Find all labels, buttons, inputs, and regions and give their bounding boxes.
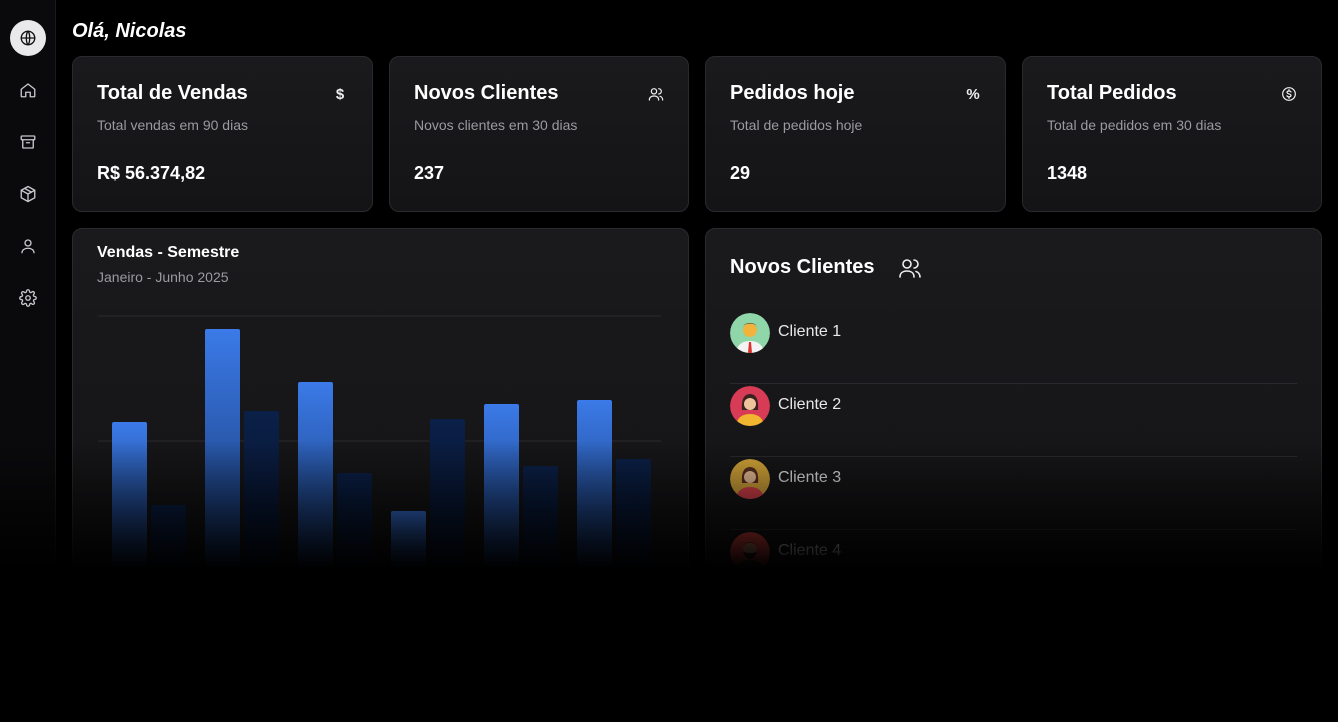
stat-subtitle: Novos clientes em 30 dias (414, 117, 578, 133)
sidebar-item-home[interactable] (10, 72, 46, 108)
client-name: Cliente 1 (778, 323, 842, 340)
chart-bar[interactable] (577, 400, 612, 567)
empty-area (0, 575, 1338, 722)
chart-bar[interactable] (391, 511, 426, 567)
stat-subtitle: Total vendas em 90 dias (97, 117, 248, 133)
chart-bar[interactable] (244, 411, 279, 567)
globe-icon (20, 30, 36, 46)
stat-value: 1348 (1047, 163, 1088, 183)
client-name: Cliente 3 (778, 469, 842, 486)
stat-title: Pedidos hoje (730, 82, 855, 104)
package-icon (20, 185, 36, 203)
chart-bar[interactable] (484, 404, 519, 567)
sales-chart-card: Vendas - Semestre Janeiro - Junho 2025 (72, 228, 689, 588)
female-avatar (730, 386, 770, 426)
stat-subtitle: Total de pedidos em 30 dias (1047, 117, 1222, 133)
client-name: Cliente 2 (778, 396, 842, 413)
home-icon (20, 83, 36, 98)
male-avatar (730, 313, 770, 353)
users-icon (648, 86, 664, 102)
stat-title: Total Pedidos (1047, 82, 1177, 104)
stat-card-new-clients: Novos Clientes Novos clientes em 30 dias… (389, 56, 689, 212)
stat-card-total-orders: Total Pedidos Total de pedidos em 30 dia… (1022, 56, 1322, 212)
chart-bar[interactable] (205, 329, 240, 567)
archive-icon (20, 135, 36, 149)
chart-bar[interactable] (616, 459, 651, 567)
stat-value: 237 (414, 163, 445, 183)
sidebar-item-user[interactable] (10, 228, 46, 264)
dollar-icon: $ (335, 85, 345, 103)
chart-bar[interactable] (151, 505, 186, 567)
stat-title: Novos Clientes (414, 82, 559, 104)
client-list-item[interactable]: Cliente 1 (730, 311, 1297, 384)
chart-bar[interactable] (523, 466, 558, 567)
stat-card-total-sales: Total de Vendas $ Total vendas em 90 dia… (72, 56, 373, 212)
client-list-item[interactable]: Cliente 3 (730, 457, 1297, 530)
settings-icon (19, 289, 37, 307)
user-icon (21, 239, 35, 254)
percent-icon: % (966, 85, 980, 103)
stat-subtitle: Total de pedidos hoje (730, 117, 863, 133)
greeting: Olá, Nicolas (72, 20, 187, 42)
sidebar-item-globe[interactable] (10, 20, 46, 56)
chart-bar[interactable] (298, 382, 333, 567)
users-icon (898, 256, 922, 280)
sales-bar-chart (98, 315, 661, 567)
new-clients-card: Novos Clientes Cliente 1 Cliente 2 Clien… (705, 228, 1322, 588)
clients-title: Novos Clientes (730, 256, 875, 278)
chart-bar[interactable] (337, 473, 372, 567)
male-bearded-avatar (730, 532, 770, 572)
sidebar-item-settings[interactable] (10, 280, 46, 316)
stat-card-orders-today: Pedidos hoje % Total de pedidos hoje 29 (705, 56, 1006, 212)
stat-title: Total de Vendas (97, 82, 248, 104)
sidebar-item-archive[interactable] (10, 124, 46, 160)
client-name: Cliente 4 (778, 542, 842, 559)
sidebar-item-products[interactable] (10, 176, 46, 212)
client-list-item[interactable]: Cliente 2 (730, 384, 1297, 457)
chart-bar[interactable] (112, 422, 147, 567)
chart-bar[interactable] (430, 419, 465, 567)
stat-value: R$ 56.374,82 (97, 163, 206, 183)
stat-value: 29 (730, 163, 751, 183)
female-avatar (730, 459, 770, 499)
dollar-circle-icon (1281, 86, 1297, 102)
